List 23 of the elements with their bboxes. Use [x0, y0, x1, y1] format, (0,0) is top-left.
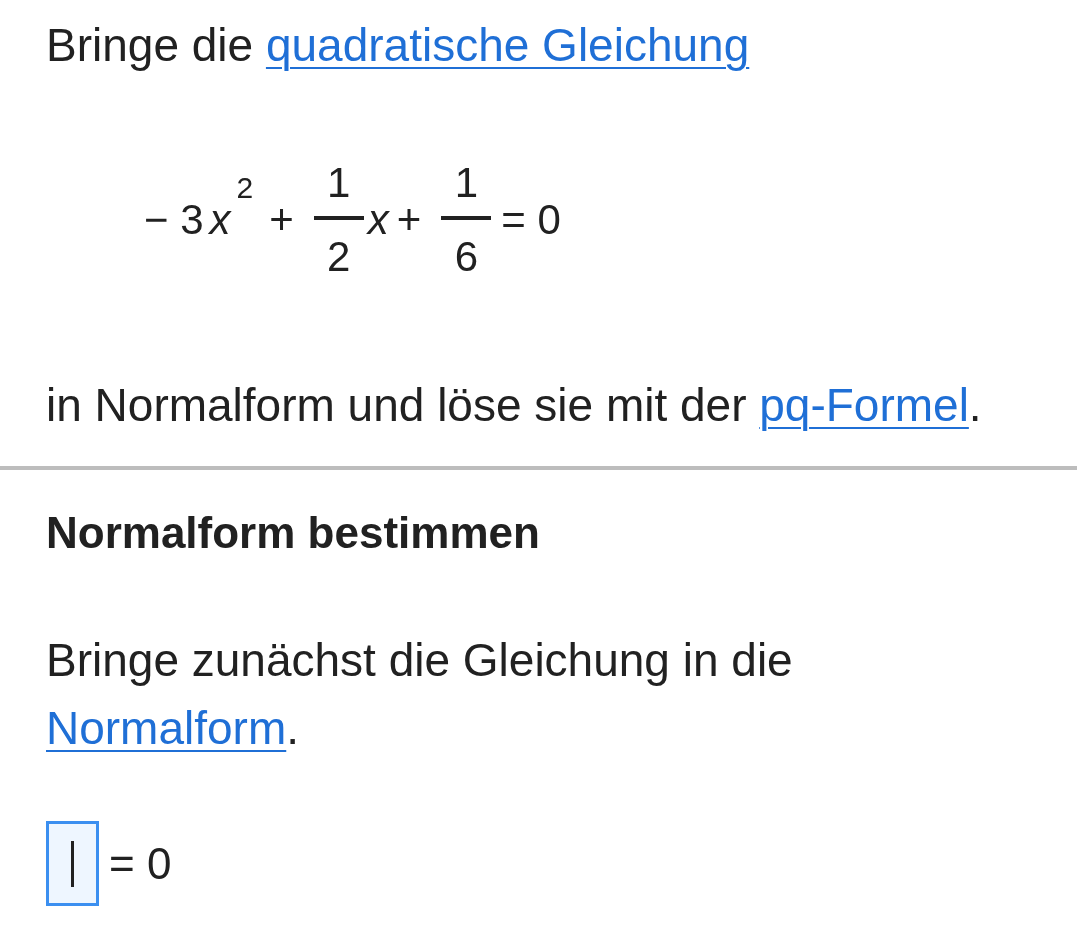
instruction-text: Bringe zunächst die Gleichung in die Normalform. [46, 633, 794, 756]
math-variable: x [367, 199, 389, 241]
task-text: in Normalform und löse sie mit der pq-Formel. [46, 378, 983, 433]
fraction-denominator: 6 [454, 236, 478, 278]
fraction-bar [313, 216, 364, 220]
exponent: 2 [236, 173, 254, 203]
text-cursor-icon [71, 840, 74, 887]
math-term: = 0 [501, 199, 561, 241]
task-text: Bringe die quadratische Gleichung [46, 18, 751, 73]
fraction-numerator: 1 [454, 162, 478, 204]
math-term: + [269, 199, 294, 241]
math-term: = 0 [109, 841, 172, 886]
text-link[interactable]: quadratische Gleichung [265, 19, 750, 71]
answer-field[interactable] [46, 821, 99, 906]
fraction-numerator: 1 [327, 162, 351, 204]
step-heading: Normalform bestimmen [46, 507, 541, 559]
math-term: + [396, 199, 422, 241]
text-link[interactable]: pq-Formel [759, 379, 969, 431]
text-link[interactable]: Normalform [46, 702, 287, 754]
math-term: − 3 [144, 199, 204, 241]
fraction-bar [441, 216, 492, 220]
fraction-denominator: 2 [327, 236, 351, 278]
math-variable: x [209, 199, 231, 241]
